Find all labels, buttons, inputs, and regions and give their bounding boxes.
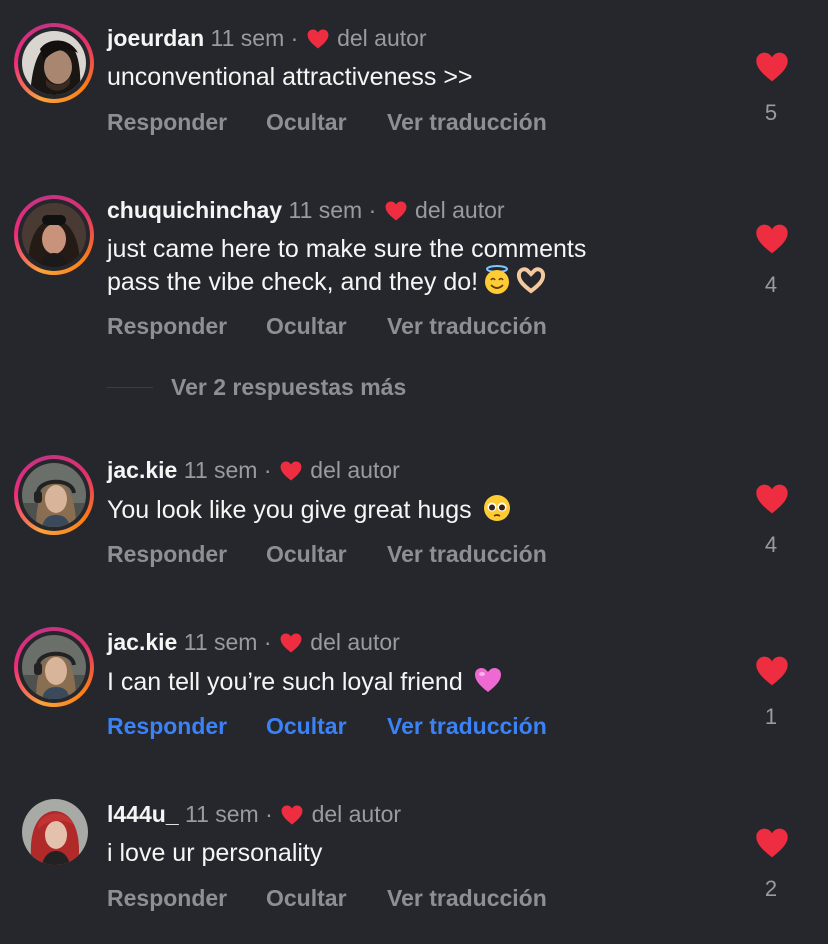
- timestamp: 11 sem: [183, 629, 258, 655]
- username[interactable]: jac.kie: [107, 629, 177, 655]
- heart-hands-icon: [516, 267, 546, 294]
- timestamp: 11 sem: [183, 457, 258, 483]
- comment-meta: l444u_ 11 sem · del autor: [107, 800, 401, 828]
- liked-by-author-label: del autor: [310, 457, 400, 483]
- comment-meta: jac.kie 11 sem · del autor: [107, 456, 400, 484]
- timestamp: 11 sem: [210, 25, 285, 51]
- translate-button[interactable]: Ver traducción: [387, 712, 547, 740]
- comment-meta: chuquichinchay 11 sem · del autor: [107, 196, 505, 224]
- comment-meta: joeurdan 11 sem · del autor: [107, 24, 427, 52]
- author-liked-heart-icon: [307, 29, 329, 49]
- separator-dot: ·: [290, 25, 299, 51]
- separator-dot: ·: [263, 457, 272, 483]
- smiling-face-with-halo-icon: [485, 265, 510, 294]
- comment-text-line: pass the vibe check, and they do!: [107, 265, 707, 298]
- author-liked-heart-icon: [281, 805, 303, 825]
- avatar[interactable]: [14, 627, 94, 707]
- comment-text: You look like you give great hugs: [107, 493, 707, 526]
- liked-by-author-label: del autor: [310, 629, 400, 655]
- like-heart-icon[interactable]: [755, 224, 789, 254]
- reply-button[interactable]: Responder: [107, 540, 227, 568]
- hide-button[interactable]: Ocultar: [266, 108, 347, 136]
- timestamp: 11 sem: [185, 801, 259, 827]
- username[interactable]: chuquichinchay: [107, 197, 282, 223]
- hide-button[interactable]: Ocultar: [266, 540, 347, 568]
- translate-button[interactable]: Ver traducción: [387, 540, 547, 568]
- comment-meta: jac.kie 11 sem · del autor: [107, 628, 400, 656]
- reply-button[interactable]: Responder: [107, 312, 227, 340]
- like-count: 1: [764, 704, 778, 729]
- comment-text: unconventional attractiveness >>: [107, 63, 473, 91]
- comment-text-line: just came here to make sure the comments: [107, 235, 587, 263]
- liked-by-author-label: del autor: [337, 25, 427, 51]
- timestamp: 11 sem: [288, 197, 363, 223]
- comment-text: just came here to make sure the comments…: [107, 233, 707, 298]
- reply-button[interactable]: Responder: [107, 108, 227, 136]
- avatar[interactable]: [14, 455, 94, 535]
- like-count: 4: [764, 272, 778, 297]
- avatar[interactable]: [14, 195, 94, 275]
- translate-button[interactable]: Ver traducción: [387, 884, 547, 912]
- divider: [107, 387, 153, 388]
- like-heart-icon[interactable]: [755, 484, 789, 514]
- like-count: 5: [764, 100, 778, 125]
- username[interactable]: l444u_: [107, 801, 179, 827]
- translate-button[interactable]: Ver traducción: [387, 108, 547, 136]
- username[interactable]: jac.kie: [107, 457, 177, 483]
- like-count: 2: [764, 876, 778, 901]
- pink-heart-icon: [474, 668, 501, 692]
- view-more-replies-label[interactable]: Ver 2 respuestas más: [171, 374, 406, 401]
- like-heart-icon[interactable]: [755, 656, 789, 686]
- comment-text: i love ur personality: [107, 839, 323, 867]
- like-count: 4: [764, 532, 778, 557]
- liked-by-author-label: del autor: [415, 197, 505, 223]
- author-liked-heart-icon: [385, 201, 407, 221]
- pleading-face-icon: [483, 495, 510, 521]
- separator-dot: ·: [263, 629, 272, 655]
- like-heart-icon[interactable]: [755, 828, 789, 858]
- liked-by-author-label: del autor: [311, 801, 402, 827]
- comment-text: I can tell you’re such loyal friend: [107, 665, 707, 698]
- avatar[interactable]: [22, 799, 88, 865]
- hide-button[interactable]: Ocultar: [266, 712, 347, 740]
- username[interactable]: joeurdan: [107, 25, 204, 51]
- translate-button[interactable]: Ver traducción: [387, 312, 547, 340]
- separator-dot: ·: [265, 801, 273, 827]
- author-liked-heart-icon: [280, 461, 302, 481]
- separator-dot: ·: [368, 197, 377, 223]
- avatar[interactable]: [14, 23, 94, 103]
- like-heart-icon[interactable]: [755, 52, 789, 82]
- reply-button[interactable]: Responder: [107, 712, 227, 740]
- author-liked-heart-icon: [280, 633, 302, 653]
- reply-button[interactable]: Responder: [107, 884, 227, 912]
- hide-button[interactable]: Ocultar: [266, 312, 347, 340]
- hide-button[interactable]: Ocultar: [266, 884, 347, 912]
